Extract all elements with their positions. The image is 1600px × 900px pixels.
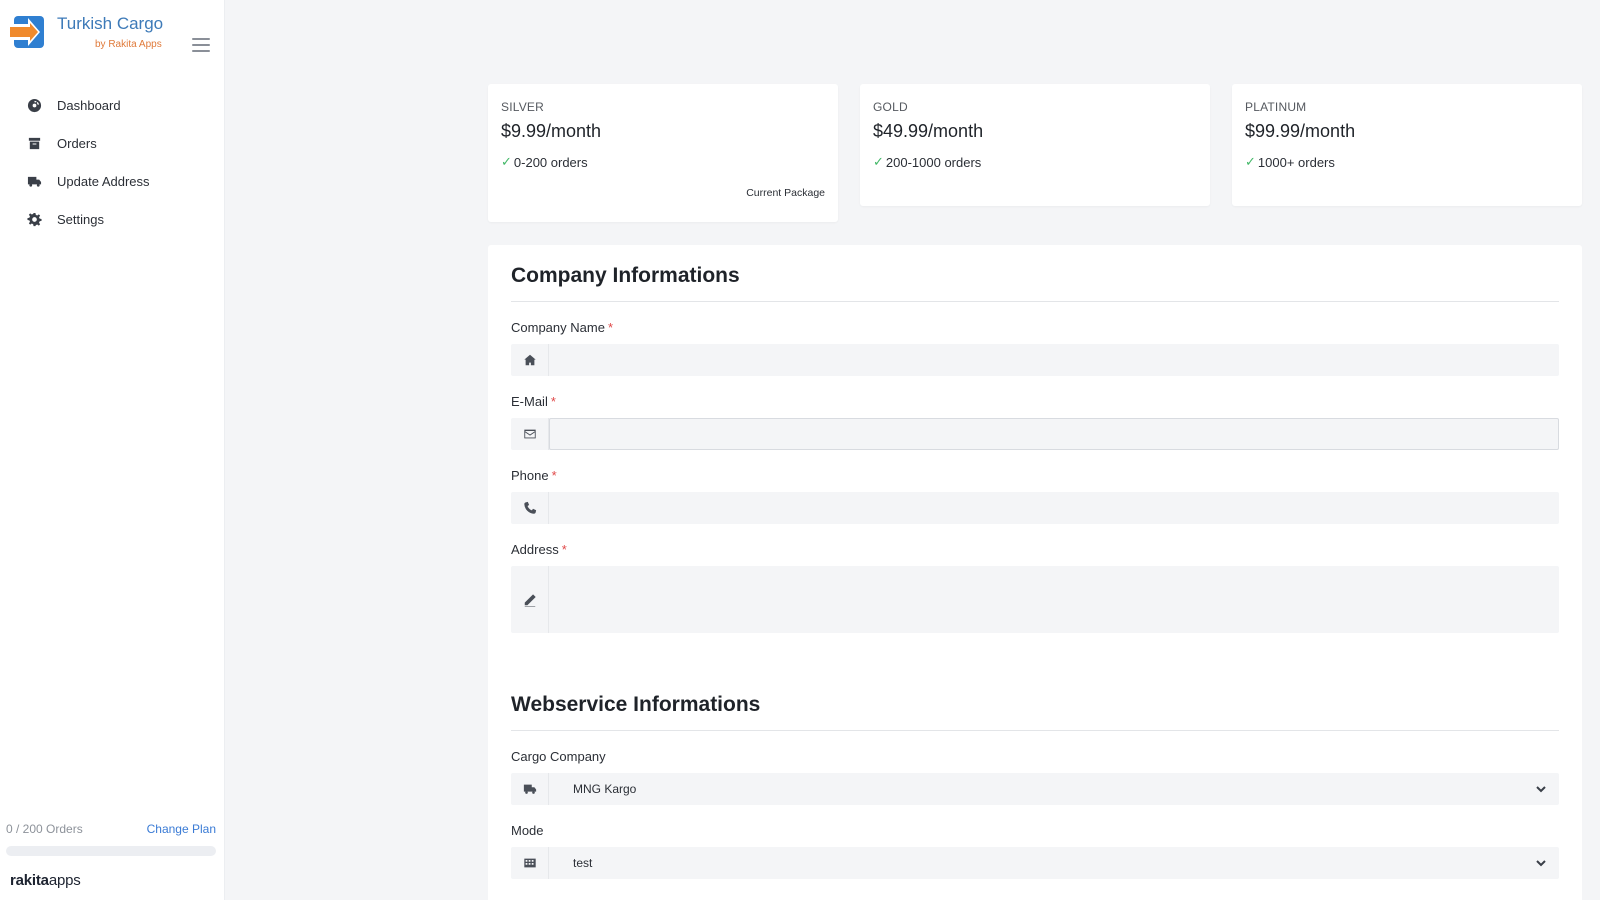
sidebar-item-label: Update Address [57, 173, 150, 189]
cargo-company-label: Cargo Company [511, 749, 606, 764]
dashboard-icon [26, 97, 42, 113]
plan-feature: ✓ 0-200 orders [501, 154, 588, 170]
plan-card-platinum[interactable]: PLATINUM $99.99/month ✓ 1000+ orders [1232, 84, 1582, 206]
truck-icon [26, 173, 42, 189]
pencil-icon [511, 566, 549, 633]
mode-field: Mode test [511, 823, 1559, 879]
company-section-title: Company Informations [511, 245, 1559, 302]
truck-icon [511, 773, 549, 805]
plan-name: SILVER [501, 100, 544, 114]
company-name-field: Company Name * [511, 320, 1559, 376]
chevron-down-icon [1535, 857, 1547, 869]
plan-feature: ✓ 1000+ orders [1245, 154, 1335, 170]
plan-price: $99.99/month [1245, 121, 1356, 141]
sidebar-item-update-address[interactable]: Update Address [0, 162, 225, 200]
sidebar: Turkish Cargo by Rakita Apps Dashboard O… [0, 0, 225, 900]
plan-card-silver[interactable]: SILVER $9.99/month ✓ 0-200 orders Curren… [488, 84, 838, 222]
phone-input[interactable] [549, 492, 1559, 524]
mode-value: test [573, 856, 593, 870]
required-mark: * [550, 394, 556, 409]
sidebar-nav: Dashboard Orders Update Address Settings [0, 86, 225, 238]
plan-name: PLATINUM [1245, 100, 1307, 114]
menu-toggle-icon[interactable] [192, 38, 210, 52]
company-name-label: Company Name [511, 320, 605, 335]
check-icon: ✓ [501, 154, 512, 169]
address-field: Address * [511, 542, 1559, 633]
envelope-icon [511, 418, 549, 450]
check-icon: ✓ [1245, 154, 1256, 169]
mode-label: Mode [511, 823, 544, 838]
order-usage: 0 / 200 Orders Change Plan [6, 822, 216, 856]
required-mark: * [551, 468, 557, 483]
gear-icon [26, 211, 42, 227]
address-label: Address [511, 542, 559, 557]
email-label: E-Mail [511, 394, 548, 409]
brand-subtitle: by Rakita Apps [95, 39, 162, 50]
sidebar-item-settings[interactable]: Settings [0, 200, 225, 238]
order-usage-count: 0 / 200 Orders [6, 822, 83, 836]
webservice-section-title: Webservice Informations [511, 674, 1559, 731]
home-icon [511, 344, 549, 376]
email-field: E-Mail * [511, 394, 1559, 450]
plan-price: $49.99/month [873, 121, 984, 141]
server-icon [511, 847, 549, 879]
plan-price: $9.99/month [501, 121, 602, 141]
phone-field: Phone * [511, 468, 1559, 524]
sidebar-item-label: Dashboard [57, 97, 121, 113]
cargo-company-value: MNG Kargo [573, 782, 637, 796]
cargo-company-field: Cargo Company MNG Kargo [511, 749, 1559, 805]
company-name-input[interactable] [549, 344, 1559, 376]
plan-feature: ✓ 200-1000 orders [873, 154, 982, 170]
turkish-cargo-logo-icon [8, 16, 44, 48]
chevron-down-icon [1535, 783, 1547, 795]
phone-label: Phone [511, 468, 549, 483]
sidebar-item-label: Orders [57, 135, 97, 151]
email-input[interactable] [549, 418, 1559, 450]
plan-name: GOLD [873, 100, 908, 114]
required-mark: * [561, 542, 567, 557]
check-icon: ✓ [873, 154, 884, 169]
plan-card-gold[interactable]: GOLD $49.99/month ✓ 200-1000 orders [860, 84, 1210, 206]
orders-icon [26, 135, 42, 151]
required-mark: * [607, 320, 613, 335]
settings-form: Company Informations Company Name * E-Mai… [488, 245, 1582, 900]
sidebar-item-dashboard[interactable]: Dashboard [0, 86, 225, 124]
brand-title: Turkish Cargo [57, 14, 164, 33]
order-usage-progress [6, 846, 216, 856]
phone-icon [511, 492, 549, 524]
cargo-company-select[interactable]: MNG Kargo [549, 773, 1559, 805]
rakita-apps-logo: rakitaapps [10, 872, 81, 889]
address-input[interactable] [549, 566, 1559, 633]
mode-select[interactable]: test [549, 847, 1559, 879]
sidebar-item-orders[interactable]: Orders [0, 124, 225, 162]
sidebar-item-label: Settings [57, 211, 104, 227]
brand[interactable]: Turkish Cargo by Rakita Apps [8, 12, 218, 54]
current-package-label: Current Package [746, 187, 825, 199]
change-plan-link[interactable]: Change Plan [147, 822, 216, 836]
